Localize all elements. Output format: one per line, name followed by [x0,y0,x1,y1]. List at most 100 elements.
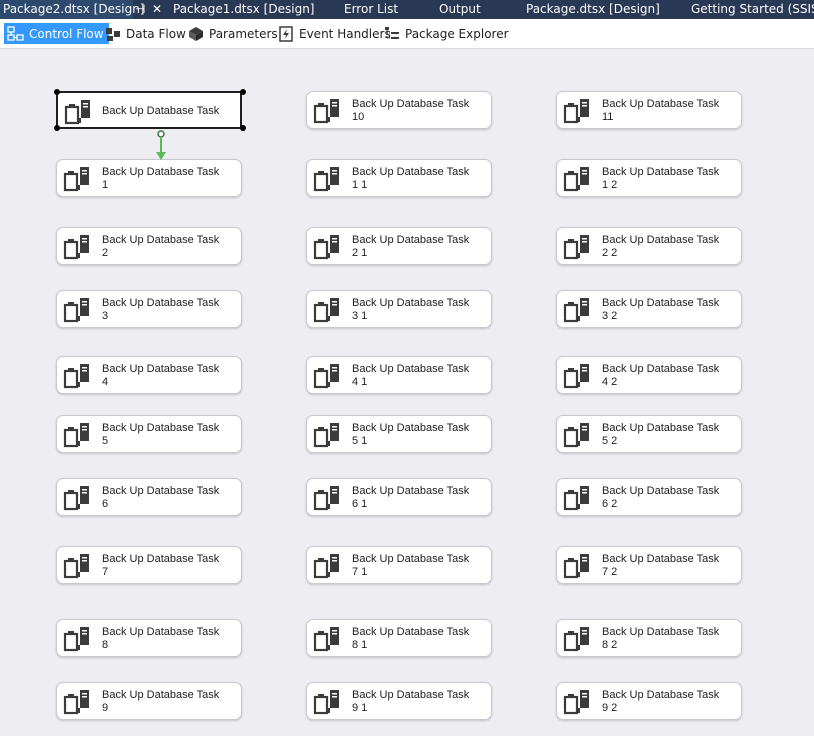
task-name-label: Back Up Database Task 6 [102,485,220,510]
backup-database-icon [63,233,93,261]
task-name-label: Back Up Database Task 5 [102,422,220,447]
backup-database-icon [313,625,343,653]
tab-package-explorer-label: Package Explorer [405,26,509,41]
task-name-label: Back Up Database Task 7 [102,553,220,578]
task-back-up-database[interactable]: Back Up Database Task 2 [56,227,242,265]
backup-database-icon [313,296,343,324]
task-back-up-database[interactable]: Back Up Database Task 4 1 [306,356,492,394]
task-back-up-database[interactable]: Back Up Database Task 11 [556,91,742,129]
designer-tab-bar: Control Flow Data Flow Parameters Event … [0,19,814,49]
doc-tab-package[interactable]: Package.dtsx [Design] [526,0,660,19]
tab-event-handlers[interactable]: Event Handlers [274,23,396,44]
task-back-up-database[interactable]: Back Up Database Task 8 2 [556,619,742,657]
task-back-up-database[interactable]: Back Up Database Task 6 [56,478,242,516]
doc-tab-package2[interactable]: Package2.dtsx [Design] [0,0,144,19]
task-name-label: Back Up Database Task 2 1 [352,234,470,259]
task-name-label: Back Up Database Task 7 2 [602,553,720,578]
backup-database-icon [313,233,343,261]
task-back-up-database[interactable]: Back Up Database Task 5 2 [556,415,742,453]
task-back-up-database[interactable]: Back Up Database Task 3 [56,290,242,328]
task-name-label: Back Up Database Task 3 2 [602,297,720,322]
tab-data-flow[interactable]: Data Flow [101,23,191,44]
backup-database-icon [313,97,343,125]
task-back-up-database[interactable]: Back Up Database Task 8 1 [306,619,492,657]
task-back-up-database[interactable]: Back Up Database Task 6 2 [556,478,742,516]
task-name-label: Back Up Database Task 6 2 [602,485,720,510]
tab-control-flow[interactable]: Control Flow [4,23,109,44]
task-back-up-database[interactable]: Back Up Database Task 9 1 [306,682,492,720]
task-back-up-database[interactable]: Back Up Database Task 1 [56,159,242,197]
tab-data-flow-label: Data Flow [126,26,186,41]
pin-icon[interactable]: ⊣ [135,0,145,18]
backup-database-icon [313,688,343,716]
task-name-label: Back Up Database Task 1 2 [602,166,720,191]
document-tab-strip: Package2.dtsx [Design] ⊣ ✕ Package1.dtsx… [0,0,814,19]
tab-parameters-label: Parameters [209,26,278,41]
doc-tab-getting-started[interactable]: Getting Started (SSIS) [691,0,814,19]
task-back-up-database[interactable]: Back Up Database Task 7 2 [556,546,742,584]
task-name-label: Back Up Database Task 3 1 [352,297,470,322]
tab-control-flow-label: Control Flow [29,26,104,41]
backup-database-icon [313,165,343,193]
resize-handle[interactable] [54,89,60,95]
backup-database-icon [313,552,343,580]
task-name-label: Back Up Database Task 2 2 [602,234,720,259]
doc-tab-error-list[interactable]: Error List [344,0,398,19]
backup-database-icon [563,421,593,449]
task-back-up-database[interactable]: Back Up Database Task 4 [56,356,242,394]
task-name-label: Back Up Database Task [102,105,220,117]
task-name-label: Back Up Database Task 4 [102,363,220,388]
task-back-up-database[interactable]: Back Up Database Task 7 1 [306,546,492,584]
tab-parameters[interactable]: Parameters [184,23,283,44]
task-name-label: Back Up Database Task 8 [102,626,220,651]
task-name-label: Back Up Database Task 11 [602,98,720,123]
backup-database-icon [563,165,593,193]
doc-tab-package1[interactable]: Package1.dtsx [Design] [173,0,314,19]
backup-database-icon [563,484,593,512]
resize-handle[interactable] [240,125,246,131]
task-back-up-database[interactable]: Back Up Database Task 9 [56,682,242,720]
resize-handle[interactable] [240,89,246,95]
task-back-up-database[interactable]: Back Up Database Task 5 1 [306,415,492,453]
parameters-icon [186,25,206,43]
task-back-up-database[interactable]: Back Up Database Task 8 [56,619,242,657]
task-back-up-database[interactable]: Back Up Database Task 3 2 [556,290,742,328]
backup-database-icon [563,688,593,716]
task-back-up-database[interactable]: Back Up Database Task 2 1 [306,227,492,265]
task-back-up-database[interactable]: Back Up Database Task 10 [306,91,492,129]
backup-database-icon [563,362,593,390]
backup-database-icon [63,165,93,193]
backup-database-icon [63,552,93,580]
task-back-up-database[interactable]: Back Up Database Task 2 2 [556,227,742,265]
precedence-constraint-arrow[interactable] [154,130,168,162]
task-back-up-database[interactable]: Back Up Database Task 4 2 [556,356,742,394]
backup-database-icon [313,362,343,390]
task-back-up-database[interactable]: Back Up Database Task 1 1 [306,159,492,197]
task-name-label: Back Up Database Task 5 2 [602,422,720,447]
resize-handle[interactable] [54,125,60,131]
backup-database-icon [563,296,593,324]
control-flow-canvas[interactable]: Back Up Database Task Back Up Database Ta… [0,49,814,736]
task-name-label: Back Up Database Task 1 [102,166,220,191]
backup-database-icon [563,233,593,261]
backup-database-icon [313,421,343,449]
task-back-up-database[interactable]: Back Up Database Task 1 2 [556,159,742,197]
task-back-up-database[interactable]: Back Up Database Task 3 1 [306,290,492,328]
task-back-up-database[interactable]: Back Up Database Task 7 [56,546,242,584]
backup-database-icon [563,552,593,580]
task-back-up-database[interactable]: Back Up Database Task 5 [56,415,242,453]
task-name-label: Back Up Database Task 4 1 [352,363,470,388]
task-back-up-database[interactable]: Back Up Database Task [54,89,246,131]
task-name-label: Back Up Database Task 1 1 [352,166,470,191]
tab-package-explorer[interactable]: Package Explorer [380,23,514,44]
doc-tab-output[interactable]: Output [439,0,481,19]
task-name-label: Back Up Database Task 8 2 [602,626,720,651]
task-back-up-database[interactable]: Back Up Database Task 6 1 [306,478,492,516]
task-back-up-database[interactable]: Back Up Database Task 9 2 [556,682,742,720]
data-flow-icon [103,25,123,43]
backup-database-icon [63,296,93,324]
task-name-label: Back Up Database Task 9 1 [352,689,470,714]
close-icon[interactable]: ✕ [152,0,162,18]
task-name-label: Back Up Database Task 6 1 [352,485,470,510]
task-name-label: Back Up Database Task 9 2 [602,689,720,714]
